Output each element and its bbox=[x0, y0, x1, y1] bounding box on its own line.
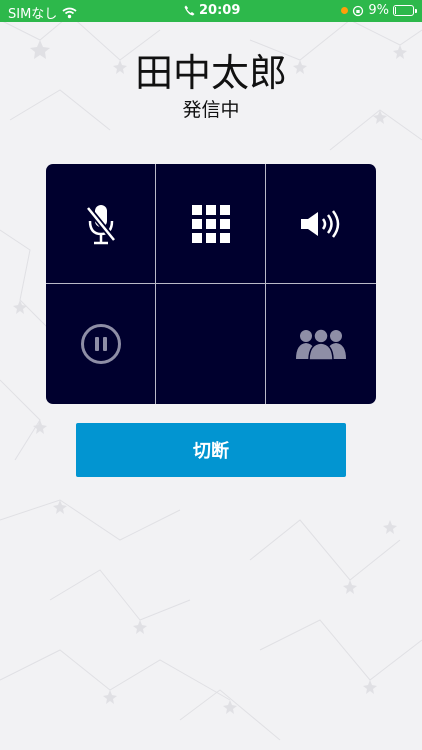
mute-button[interactable] bbox=[46, 164, 156, 284]
speaker-button[interactable] bbox=[266, 164, 376, 284]
keypad-grid-icon bbox=[192, 205, 230, 243]
keypad-button[interactable] bbox=[156, 164, 266, 284]
battery-icon bbox=[393, 5, 417, 16]
grid-divider bbox=[265, 164, 266, 404]
phone-icon bbox=[184, 5, 195, 16]
group-icon bbox=[296, 328, 346, 361]
muted-microphone-icon bbox=[85, 205, 117, 245]
hangup-button[interactable]: 切断 bbox=[76, 423, 346, 477]
call-controls-panel bbox=[46, 164, 376, 404]
hold-button[interactable] bbox=[46, 284, 156, 404]
caller-name: 田中太郎 bbox=[134, 51, 287, 95]
orientation-lock-icon bbox=[353, 5, 364, 16]
empty-cell bbox=[156, 284, 266, 404]
grid-divider bbox=[155, 164, 156, 404]
grid-divider bbox=[46, 283, 376, 284]
status-bar: SIMなし 20:09 9% bbox=[0, 0, 422, 22]
battery-percent: 9% bbox=[368, 3, 389, 18]
call-status: 発信中 bbox=[182, 99, 240, 121]
speaker-icon bbox=[301, 210, 340, 238]
carrier-label: SIMなし bbox=[8, 7, 58, 22]
pause-icon bbox=[81, 324, 121, 364]
recording-indicator-icon bbox=[341, 7, 349, 14]
clock: 20:09 bbox=[199, 3, 241, 18]
conference-button[interactable] bbox=[266, 284, 376, 404]
wifi-icon bbox=[62, 7, 77, 18]
battery-fill bbox=[395, 7, 396, 14]
